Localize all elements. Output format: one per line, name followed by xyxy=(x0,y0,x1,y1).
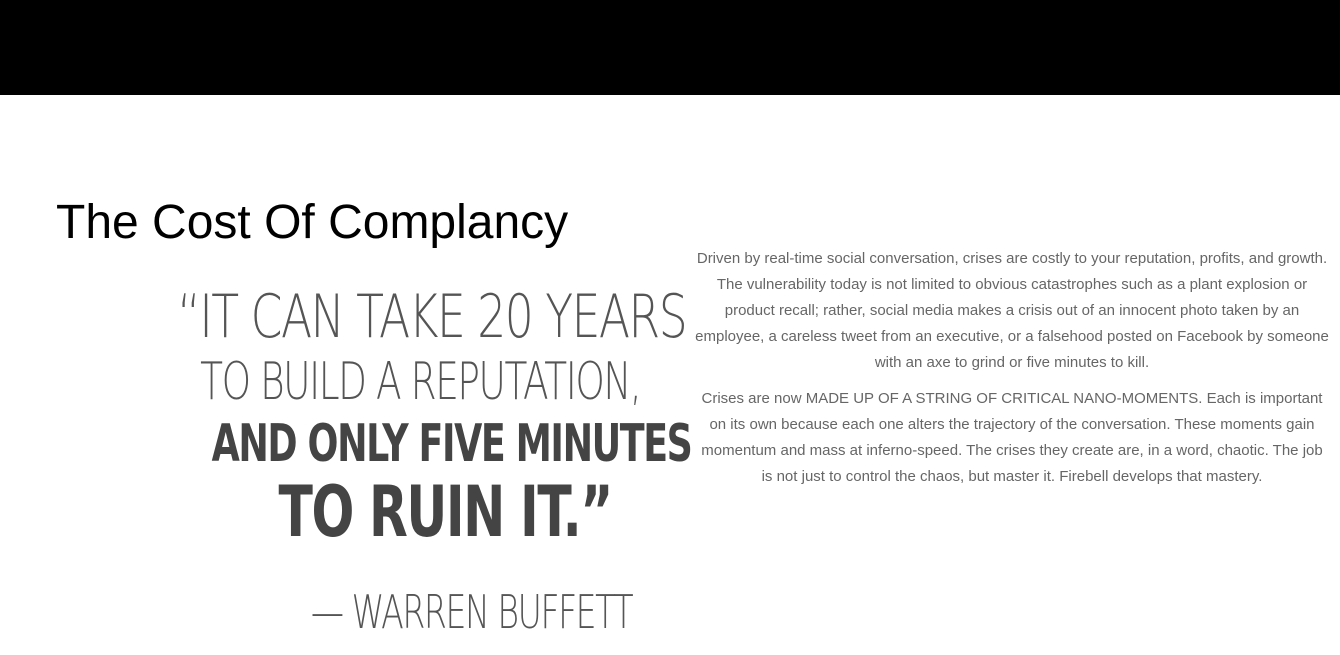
section-title: The Cost Of Complancy xyxy=(56,196,569,249)
quote-line-2: TO BUILD A REPUTATION, xyxy=(200,352,642,412)
quote-line-4: TO RUIN IT.” xyxy=(278,471,614,553)
quote-line-3: AND ONLY FIVE MINUTES xyxy=(211,414,693,474)
section-body: Driven by real-time social conversation,… xyxy=(694,246,1330,500)
pull-quote: “IT CAN TAKE 20 YEARS TO BUILD A REPUTAT… xyxy=(40,282,693,553)
body-paragraph: Crises are now MADE UP OF A STRING OF CR… xyxy=(701,390,1323,485)
body-paragraph: Driven by real-time social conversation,… xyxy=(695,250,1329,371)
top-header-bar xyxy=(0,0,1340,95)
quote-line-1: “IT CAN TAKE 20 YEARS xyxy=(177,282,687,352)
quote-attribution: — WARREN BUFFETT xyxy=(310,585,634,639)
